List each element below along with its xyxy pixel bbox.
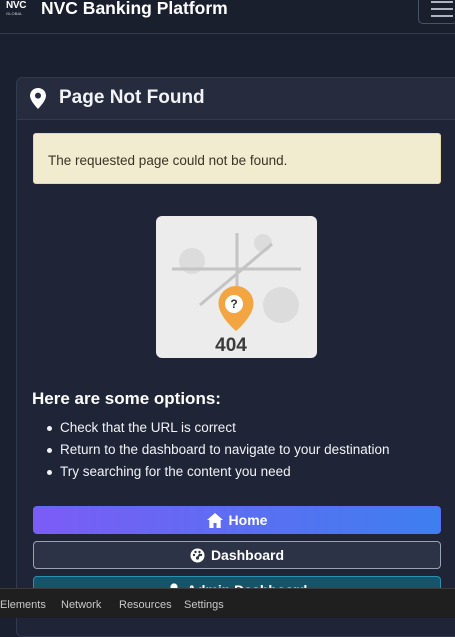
devtools-tab-settings[interactable]: Settings bbox=[184, 599, 224, 611]
home-button-label: Home bbox=[228, 512, 268, 528]
navbar-toggle-button[interactable] bbox=[418, 0, 455, 24]
devtools-tab-network[interactable]: Network bbox=[61, 599, 101, 611]
pin-question-badge: ? bbox=[230, 297, 238, 311]
top-navbar: NVC GLOBAL NVC Banking Platform bbox=[0, 0, 455, 34]
page-title: Page Not Found bbox=[59, 87, 205, 108]
tachometer-icon bbox=[190, 548, 205, 563]
list-item: Try searching for the content you need bbox=[32, 463, 389, 485]
home-icon bbox=[206, 513, 223, 528]
brand-title[interactable]: NVC Banking Platform bbox=[41, 0, 228, 19]
hamburger-line bbox=[431, 15, 453, 17]
list-item: Return to the dashboard to navigate to y… bbox=[32, 441, 389, 463]
home-button[interactable]: Home bbox=[33, 506, 441, 534]
dashboard-button-label: Dashboard bbox=[210, 547, 285, 563]
options-heading: Here are some options: bbox=[32, 389, 221, 408]
hamburger-menu-icon bbox=[431, 1, 453, 3]
logo-text: NVC bbox=[6, 0, 27, 11]
nvc-logo[interactable]: NVC GLOBAL bbox=[6, 1, 32, 19]
card-header: Page Not Found bbox=[17, 78, 455, 120]
devtools-bar: Elements Network Resources Settings bbox=[0, 588, 455, 618]
devtools-tab-resources[interactable]: Resources bbox=[119, 599, 172, 611]
dashboard-button[interactable]: Dashboard bbox=[33, 541, 441, 569]
hamburger-line bbox=[431, 8, 453, 10]
not-found-card: Page Not Found The requested page could … bbox=[16, 77, 455, 637]
error-code-label: 404 bbox=[215, 335, 247, 356]
not-found-illustration: ? 404 bbox=[156, 216, 317, 358]
options-list: Check that the URL is correct Return to … bbox=[32, 419, 389, 485]
logo-subtext: GLOBAL bbox=[6, 11, 23, 16]
list-item: Check that the URL is correct bbox=[32, 419, 389, 441]
map-marker-icon bbox=[30, 88, 46, 109]
devtools-tab-elements[interactable]: Elements bbox=[0, 599, 46, 611]
warning-alert: The requested page could not be found. bbox=[33, 133, 441, 184]
